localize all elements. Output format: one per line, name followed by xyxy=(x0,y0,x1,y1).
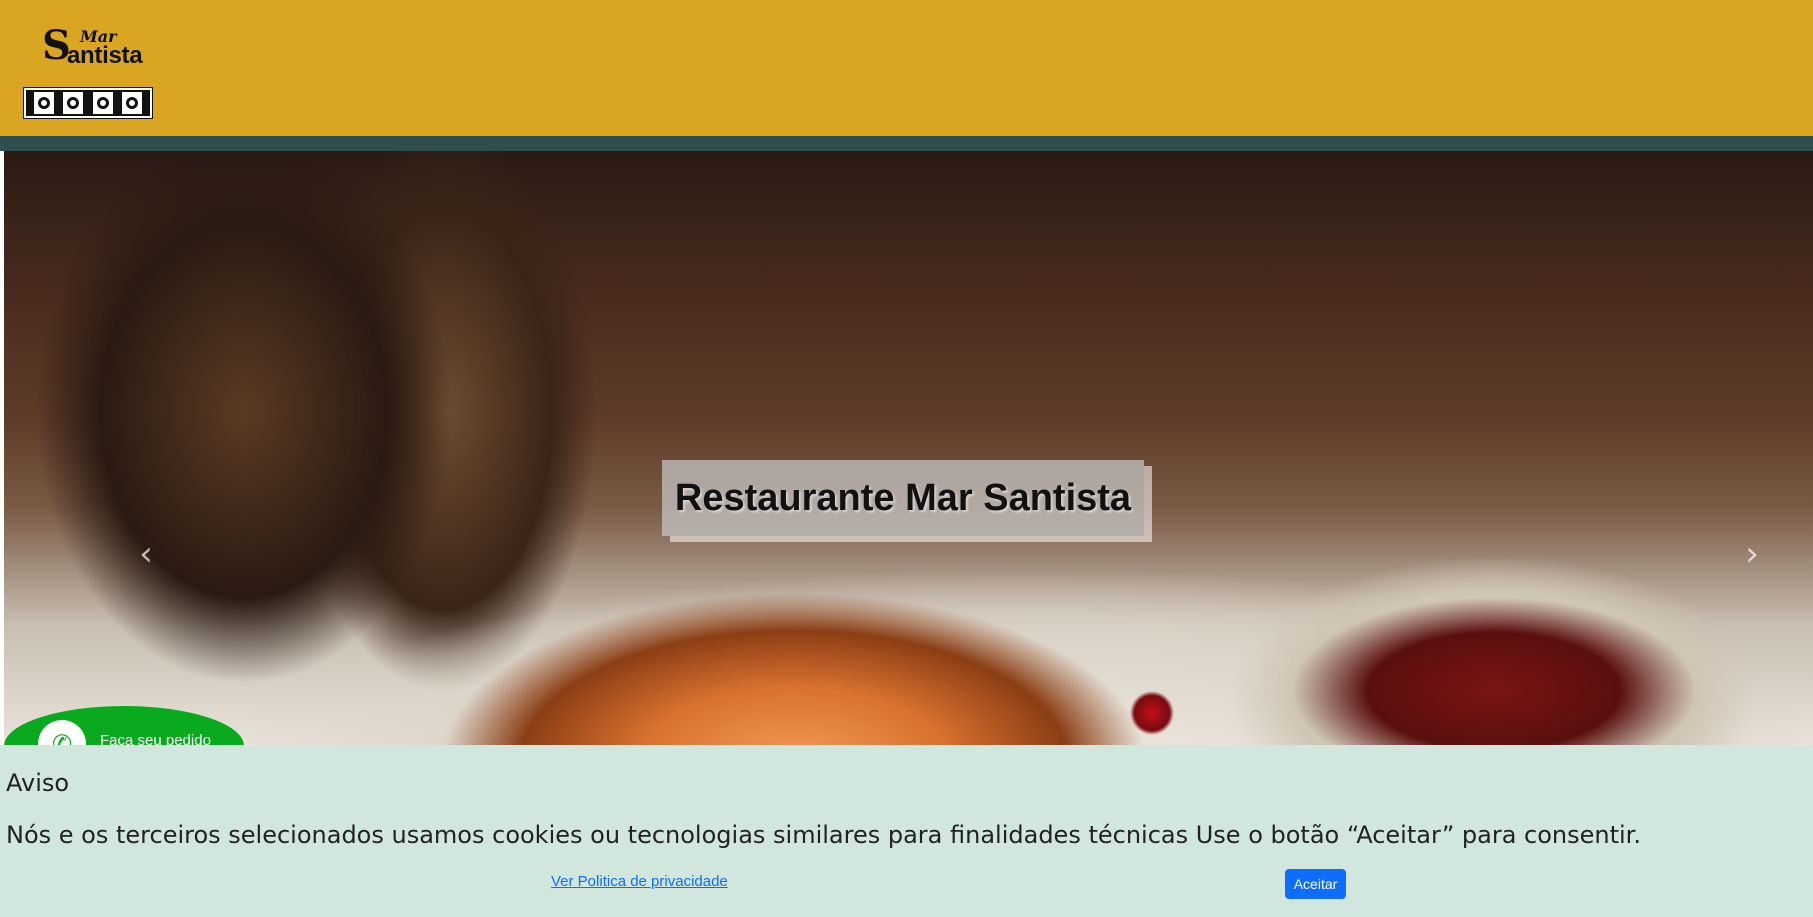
decorative-pattern xyxy=(23,87,153,119)
chevron-left-icon[interactable]: ‹ xyxy=(131,534,161,574)
pattern-tile xyxy=(60,92,87,114)
accept-button[interactable]: Aceitar xyxy=(1285,869,1346,899)
logo-santista: antista xyxy=(67,42,143,69)
site-header: S Mar antista xyxy=(0,0,1813,136)
header-divider xyxy=(0,136,1813,151)
cookie-notice: Aviso Nós e os terceiros selecionados us… xyxy=(0,745,1813,917)
pattern-tile xyxy=(89,92,116,114)
cookie-title: Aviso xyxy=(6,769,70,797)
privacy-policy-link[interactable]: Ver Politica de privacidade xyxy=(551,873,728,890)
chevron-right-icon[interactable]: › xyxy=(1737,534,1767,574)
hero-carousel xyxy=(4,151,1813,745)
hero-title: Restaurante Mar Santista xyxy=(674,476,1132,519)
pattern-tile xyxy=(30,92,57,114)
pattern-tile xyxy=(119,92,146,114)
hero-caption: Restaurante Mar Santista xyxy=(662,460,1144,536)
site-logo[interactable]: S Mar antista xyxy=(40,26,150,69)
cookie-message: Nós e os terceiros selecionados usamos c… xyxy=(6,821,1641,849)
